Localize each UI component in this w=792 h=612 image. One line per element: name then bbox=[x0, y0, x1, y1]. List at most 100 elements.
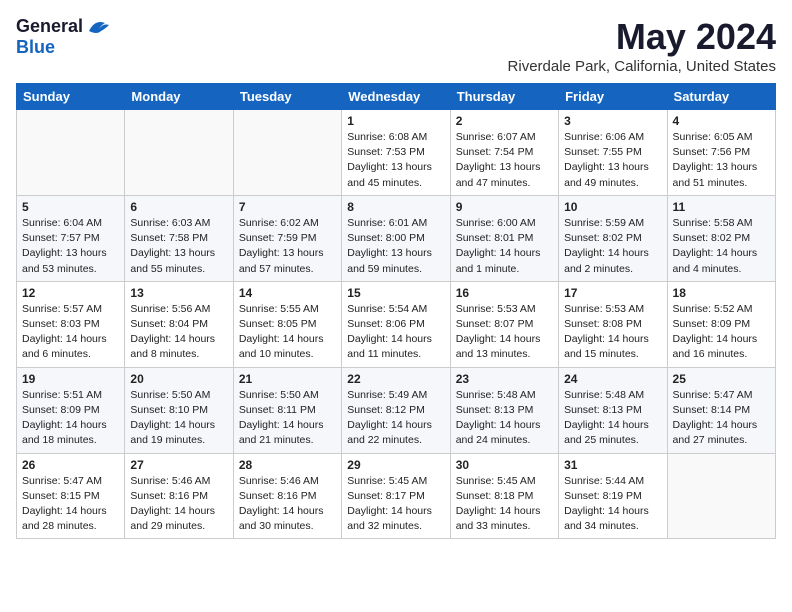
day-info: Sunrise: 6:08 AMSunset: 7:53 PMDaylight:… bbox=[347, 130, 444, 191]
calendar-cell bbox=[667, 453, 775, 539]
day-info: Sunrise: 5:54 AMSunset: 8:06 PMDaylight:… bbox=[347, 302, 444, 363]
calendar-cell: 15 Sunrise: 5:54 AMSunset: 8:06 PMDayligh… bbox=[342, 281, 450, 367]
day-info: Sunrise: 5:48 AMSunset: 8:13 PMDaylight:… bbox=[456, 388, 553, 449]
calendar-cell: 3 Sunrise: 6:06 AMSunset: 7:55 PMDaylight… bbox=[559, 110, 667, 196]
calendar-cell: 17Sunrise: 5:53 AMSunset: 8:08 PMDayligh… bbox=[559, 281, 667, 367]
location-text: Riverdale Park, California, United State… bbox=[508, 58, 776, 75]
day-info: Sunrise: 5:46 AMSunset: 8:16 PMDaylight:… bbox=[239, 474, 336, 535]
day-number: 5 bbox=[22, 200, 119, 214]
day-info: Sunrise: 6:06 AMSunset: 7:55 PMDaylight:… bbox=[564, 130, 661, 191]
title-area: May 2024 Riverdale Park, California, Uni… bbox=[508, 16, 776, 75]
day-number: 19 bbox=[22, 372, 119, 386]
calendar-cell: 26Sunrise: 5:47 AMSunset: 8:15 PMDayligh… bbox=[17, 453, 125, 539]
day-number: 23 bbox=[456, 372, 553, 386]
day-info: Sunrise: 5:48 AMSunset: 8:13 PMDaylight:… bbox=[564, 388, 661, 449]
day-info: Sunrise: 5:53 AMSunset: 8:07 PMDaylight:… bbox=[456, 302, 553, 363]
calendar-cell: 18 Sunrise: 5:52 AMSunset: 8:09 PMDayligh… bbox=[667, 281, 775, 367]
calendar-cell: 9Sunrise: 6:00 AMSunset: 8:01 PMDaylight… bbox=[450, 195, 558, 281]
calendar-cell: 20 Sunrise: 5:50 AMSunset: 8:10 PMDayligh… bbox=[125, 367, 233, 453]
calendar-cell: 27Sunrise: 5:46 AMSunset: 8:16 PMDayligh… bbox=[125, 453, 233, 539]
day-info: Sunrise: 6:03 AMSunset: 7:58 PMDaylight:… bbox=[130, 216, 227, 277]
day-number: 13 bbox=[130, 286, 227, 300]
day-number: 31 bbox=[564, 458, 661, 472]
day-info: Sunrise: 5:59 AMSunset: 8:02 PMDaylight:… bbox=[564, 216, 661, 277]
calendar-cell: 14Sunrise: 5:55 AMSunset: 8:05 PMDayligh… bbox=[233, 281, 341, 367]
day-info: Sunrise: 5:47 AMSunset: 8:14 PMDaylight:… bbox=[673, 388, 770, 449]
day-info: Sunrise: 6:04 AMSunset: 7:57 PMDaylight:… bbox=[22, 216, 119, 277]
calendar-cell: 11Sunrise: 5:58 AMSunset: 8:02 PMDayligh… bbox=[667, 195, 775, 281]
calendar-week-row: 5 Sunrise: 6:04 AMSunset: 7:57 PMDaylight… bbox=[17, 195, 776, 281]
calendar-cell: 31Sunrise: 5:44 AMSunset: 8:19 PMDayligh… bbox=[559, 453, 667, 539]
day-info: Sunrise: 5:51 AMSunset: 8:09 PMDaylight:… bbox=[22, 388, 119, 449]
weekday-header: Saturday bbox=[667, 84, 775, 110]
day-number: 30 bbox=[456, 458, 553, 472]
day-info: Sunrise: 5:55 AMSunset: 8:05 PMDaylight:… bbox=[239, 302, 336, 363]
day-number: 24 bbox=[564, 372, 661, 386]
calendar-cell bbox=[125, 110, 233, 196]
day-number: 18 bbox=[673, 286, 770, 300]
day-number: 28 bbox=[239, 458, 336, 472]
day-info: Sunrise: 6:01 AMSunset: 8:00 PMDaylight:… bbox=[347, 216, 444, 277]
calendar-cell: 10 Sunrise: 5:59 AMSunset: 8:02 PMDayligh… bbox=[559, 195, 667, 281]
day-number: 20 bbox=[130, 372, 227, 386]
day-number: 29 bbox=[347, 458, 444, 472]
day-info: Sunrise: 6:05 AMSunset: 7:56 PMDaylight:… bbox=[673, 130, 770, 191]
calendar-cell: 8Sunrise: 6:01 AMSunset: 8:00 PMDaylight… bbox=[342, 195, 450, 281]
calendar-cell: 19 Sunrise: 5:51 AMSunset: 8:09 PMDayligh… bbox=[17, 367, 125, 453]
weekday-header: Friday bbox=[559, 84, 667, 110]
day-info: Sunrise: 6:00 AMSunset: 8:01 PMDaylight:… bbox=[456, 216, 553, 277]
calendar-cell: 12Sunrise: 5:57 AMSunset: 8:03 PMDayligh… bbox=[17, 281, 125, 367]
day-number: 3 bbox=[564, 114, 661, 128]
day-number: 6 bbox=[130, 200, 227, 214]
calendar-cell: 21 Sunrise: 5:50 AMSunset: 8:11 PMDayligh… bbox=[233, 367, 341, 453]
calendar-cell: 29 Sunrise: 5:45 AMSunset: 8:17 PMDayligh… bbox=[342, 453, 450, 539]
day-number: 11 bbox=[673, 200, 770, 214]
weekday-header: Sunday bbox=[17, 84, 125, 110]
calendar-cell: 22 Sunrise: 5:49 AMSunset: 8:12 PMDayligh… bbox=[342, 367, 450, 453]
calendar-week-row: 19 Sunrise: 5:51 AMSunset: 8:09 PMDayligh… bbox=[17, 367, 776, 453]
calendar-cell: 6 Sunrise: 6:03 AMSunset: 7:58 PMDaylight… bbox=[125, 195, 233, 281]
day-info: Sunrise: 5:50 AMSunset: 8:10 PMDaylight:… bbox=[130, 388, 227, 449]
calendar-week-row: 1 Sunrise: 6:08 AMSunset: 7:53 PMDaylight… bbox=[17, 110, 776, 196]
calendar-week-row: 12Sunrise: 5:57 AMSunset: 8:03 PMDayligh… bbox=[17, 281, 776, 367]
day-number: 1 bbox=[347, 114, 444, 128]
day-number: 21 bbox=[239, 372, 336, 386]
calendar-cell: 2Sunrise: 6:07 AMSunset: 7:54 PMDaylight… bbox=[450, 110, 558, 196]
weekday-header: Thursday bbox=[450, 84, 558, 110]
calendar-cell bbox=[233, 110, 341, 196]
day-info: Sunrise: 5:56 AMSunset: 8:04 PMDaylight:… bbox=[130, 302, 227, 363]
calendar-cell: 5 Sunrise: 6:04 AMSunset: 7:57 PMDaylight… bbox=[17, 195, 125, 281]
month-title: May 2024 bbox=[508, 16, 776, 58]
day-info: Sunrise: 5:45 AMSunset: 8:18 PMDaylight:… bbox=[456, 474, 553, 535]
day-info: Sunrise: 5:49 AMSunset: 8:12 PMDaylight:… bbox=[347, 388, 444, 449]
logo-blue-text: Blue bbox=[16, 37, 55, 58]
logo: General Blue bbox=[16, 16, 113, 58]
day-number: 16 bbox=[456, 286, 553, 300]
calendar-cell: 13 Sunrise: 5:56 AMSunset: 8:04 PMDayligh… bbox=[125, 281, 233, 367]
day-number: 22 bbox=[347, 372, 444, 386]
day-number: 4 bbox=[673, 114, 770, 128]
day-info: Sunrise: 5:50 AMSunset: 8:11 PMDaylight:… bbox=[239, 388, 336, 449]
day-number: 7 bbox=[239, 200, 336, 214]
calendar-cell: 30 Sunrise: 5:45 AMSunset: 8:18 PMDayligh… bbox=[450, 453, 558, 539]
page-header: General Blue May 2024 Riverdale Park, Ca… bbox=[16, 16, 776, 75]
day-number: 15 bbox=[347, 286, 444, 300]
day-info: Sunrise: 5:45 AMSunset: 8:17 PMDaylight:… bbox=[347, 474, 444, 535]
calendar-header-row: SundayMondayTuesdayWednesdayThursdayFrid… bbox=[17, 84, 776, 110]
day-info: Sunrise: 5:57 AMSunset: 8:03 PMDaylight:… bbox=[22, 302, 119, 363]
calendar-cell: 25 Sunrise: 5:47 AMSunset: 8:14 PMDayligh… bbox=[667, 367, 775, 453]
calendar-cell: 7 Sunrise: 6:02 AMSunset: 7:59 PMDaylight… bbox=[233, 195, 341, 281]
logo-bird-icon bbox=[85, 17, 113, 37]
calendar-cell: 23 Sunrise: 5:48 AMSunset: 8:13 PMDayligh… bbox=[450, 367, 558, 453]
day-number: 25 bbox=[673, 372, 770, 386]
calendar-cell: 16 Sunrise: 5:53 AMSunset: 8:07 PMDayligh… bbox=[450, 281, 558, 367]
day-number: 10 bbox=[564, 200, 661, 214]
day-info: Sunrise: 6:02 AMSunset: 7:59 PMDaylight:… bbox=[239, 216, 336, 277]
day-info: Sunrise: 5:52 AMSunset: 8:09 PMDaylight:… bbox=[673, 302, 770, 363]
day-info: Sunrise: 6:07 AMSunset: 7:54 PMDaylight:… bbox=[456, 130, 553, 191]
calendar-week-row: 26Sunrise: 5:47 AMSunset: 8:15 PMDayligh… bbox=[17, 453, 776, 539]
day-number: 17 bbox=[564, 286, 661, 300]
calendar-table: SundayMondayTuesdayWednesdayThursdayFrid… bbox=[16, 83, 776, 539]
calendar-cell: 24 Sunrise: 5:48 AMSunset: 8:13 PMDayligh… bbox=[559, 367, 667, 453]
calendar-cell bbox=[17, 110, 125, 196]
